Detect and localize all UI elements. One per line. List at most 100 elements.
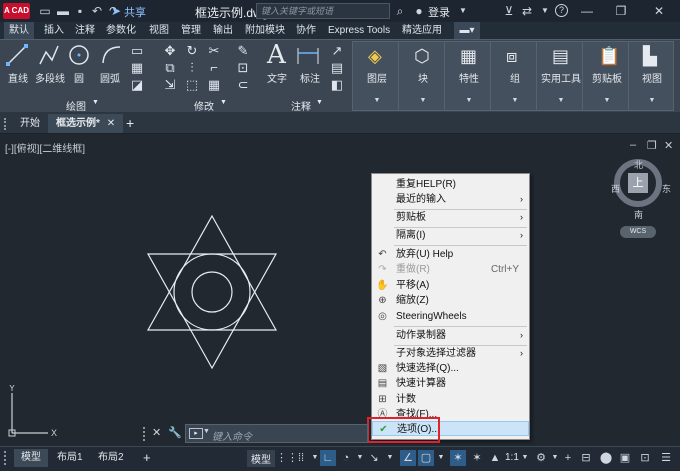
rotate-icon[interactable]: ↻ [185, 44, 199, 58]
new-file-icon[interactable]: ▭ [38, 4, 52, 18]
menu-item-quick-calc[interactable]: ▤ 快速计算器 [372, 376, 529, 391]
compass-south[interactable]: 南 [634, 208, 643, 221]
grip-icon[interactable] [4, 451, 8, 465]
minimize-icon[interactable]: – [630, 139, 636, 151]
restore-icon[interactable]: ❐ [614, 4, 628, 18]
block-button[interactable]: ⬡ 块 ▼ [398, 41, 446, 111]
undo-icon[interactable]: ↶ [90, 4, 104, 18]
menu-item-undo[interactable]: ↶ 放弃(U) Help [372, 247, 529, 262]
annotation-group-label[interactable]: 注释 [291, 98, 311, 113]
ortho-icon[interactable]: ∟ [320, 450, 336, 466]
inner-circle[interactable] [191, 271, 233, 313]
menu-item-count[interactable]: ⊞ 计数 [372, 392, 529, 407]
tab-featured-apps[interactable]: 精选应用 [402, 22, 442, 39]
menu-item-repeat-help[interactable]: 重复HELP(R) [372, 177, 529, 192]
chevron-down-icon[interactable]: ▼ [433, 450, 449, 466]
add-icon[interactable]: + [560, 450, 576, 466]
utilities-button[interactable]: ▤ 实用工具 ▼ [536, 41, 584, 111]
user-icon[interactable]: ● [412, 4, 426, 18]
tab-model[interactable]: 模型 [14, 449, 48, 467]
grip-icon[interactable] [4, 118, 8, 130]
grid-icon[interactable]: ⋮⋮ [276, 450, 298, 466]
trim-icon[interactable]: ✂ [207, 44, 221, 58]
group-button[interactable]: ⧈ 组 ▼ [490, 41, 538, 111]
tab-output[interactable]: 输出 [213, 22, 233, 39]
tab-view[interactable]: 视图 [149, 22, 169, 39]
chevron-down-icon[interactable]: ▼ [92, 99, 99, 106]
tab-manage[interactable]: 管理 [181, 22, 201, 39]
tab-default[interactable]: 默认 [4, 22, 34, 39]
panel-toggle-icon[interactable]: ▬▾ [454, 22, 480, 39]
move-icon[interactable]: ✥ [163, 44, 177, 58]
tab-addins[interactable]: 附加模块 [245, 22, 285, 39]
tab-insert[interactable]: 插入 [44, 22, 64, 39]
auto-scale-icon[interactable]: ✶ [469, 450, 485, 466]
search-icon[interactable]: ⌕ [393, 4, 407, 18]
wcs-menu[interactable]: WCS [620, 226, 656, 238]
line-icon[interactable] [6, 44, 28, 66]
isolate-icon[interactable]: ⬤ [598, 450, 614, 466]
array-icon[interactable]: ▦ [207, 78, 221, 92]
menu-item-recent-input[interactable]: 最近的输入 › [372, 192, 529, 207]
drawing-viewport[interactable] [0, 134, 680, 446]
arc-tool-label[interactable]: 圆弧 [100, 70, 120, 85]
annotation-visibility-icon[interactable]: ✶ [450, 450, 466, 466]
view-button[interactable]: ▙ 视图 ▼ [628, 41, 674, 111]
minimize-icon[interactable]: — [580, 4, 594, 18]
table-icon[interactable]: ▤ [330, 61, 344, 75]
menu-item-subobject-filter[interactable]: 子对象选择过滤器 › [372, 346, 529, 361]
triangle-up[interactable] [146, 214, 278, 331]
offset-icon[interactable]: ⊂ [236, 78, 250, 92]
grip-icon[interactable] [143, 427, 147, 441]
layers-button[interactable]: ◈ 图层 ▼ [352, 41, 400, 111]
close-icon[interactable]: ✕ [107, 118, 115, 129]
isodraft-icon[interactable]: ↘ [366, 450, 382, 466]
cart-icon[interactable]: ⊻ [502, 4, 516, 18]
tab-collaborate[interactable]: 协作 [296, 22, 316, 39]
markup-icon[interactable]: ◧ [330, 78, 344, 92]
view-controls-label[interactable]: [-][俯视][二维线框] [5, 140, 85, 155]
mirror-icon[interactable]: ⫶ [185, 61, 199, 75]
tab-drawing[interactable]: 框选示例* ✕ [48, 114, 124, 133]
save-icon[interactable]: ▪ [73, 4, 87, 18]
restore-icon[interactable]: ❐ [647, 139, 657, 152]
circle-icon[interactable] [68, 44, 90, 66]
menu-item-zoom[interactable]: ⊕ 缩放(Z) [372, 293, 529, 308]
compass-east[interactable]: 东 [662, 182, 671, 195]
line-tool-label[interactable]: 直线 [8, 70, 28, 85]
properties-button[interactable]: ▦ 特性 ▼ [444, 41, 492, 111]
add-layout-button[interactable]: + [136, 449, 158, 467]
add-tab-button[interactable]: + [118, 114, 142, 133]
polyline-icon[interactable] [38, 44, 60, 66]
draw-group-label[interactable]: 绘图 [66, 98, 86, 113]
text-tool-label[interactable]: 文字 [267, 70, 287, 85]
clipboard-button[interactable]: 📋 剪贴板 ▼ [582, 41, 630, 111]
command-input[interactable]: 键入命令 [212, 428, 252, 443]
object-snap-tracking-icon[interactable]: ∠ [400, 450, 416, 466]
polyline-tool-label[interactable]: 多段线 [35, 70, 65, 85]
compass-north[interactable]: 北 [634, 158, 643, 171]
menu-item-redo[interactable]: ↷ 重做(R) Ctrl+Y [372, 262, 529, 277]
menu-item-clipboard[interactable]: 剪贴板 › [372, 210, 529, 225]
chevron-down-icon[interactable]: ▼ [316, 99, 323, 106]
chevron-down-icon[interactable]: ▼ [538, 4, 552, 18]
tab-layout2[interactable]: 布局2 [91, 449, 131, 467]
close-icon[interactable]: ✕ [152, 426, 161, 439]
chevron-down-icon[interactable]: ▼ [517, 450, 533, 466]
drawing-geometry[interactable] [140, 210, 290, 390]
dimension-icon[interactable] [296, 44, 320, 66]
scale-icon[interactable]: ⬚ [185, 78, 199, 92]
outer-circle[interactable] [173, 253, 251, 331]
lock-icon[interactable]: ⊟ [578, 450, 594, 466]
erase-icon[interactable]: ✎ [236, 44, 250, 58]
command-prompt-icon[interactable]: ▸ [189, 428, 203, 439]
object-snap-icon[interactable]: ▢ [418, 450, 434, 466]
share-icon[interactable]: ➤ [109, 4, 123, 18]
search-input[interactable]: 键入关键字或短语 [256, 3, 390, 19]
menu-item-quick-select[interactable]: ▧ 快速选择(Q)... [372, 361, 529, 376]
login-button[interactable]: 登录 [428, 4, 450, 20]
chevron-down-icon[interactable]: ▼ [382, 450, 398, 466]
leader-icon[interactable]: ↗ [330, 44, 344, 58]
dimension-tool-label[interactable]: 标注 [300, 70, 320, 85]
stretch-icon[interactable]: ⇲ [163, 78, 177, 92]
